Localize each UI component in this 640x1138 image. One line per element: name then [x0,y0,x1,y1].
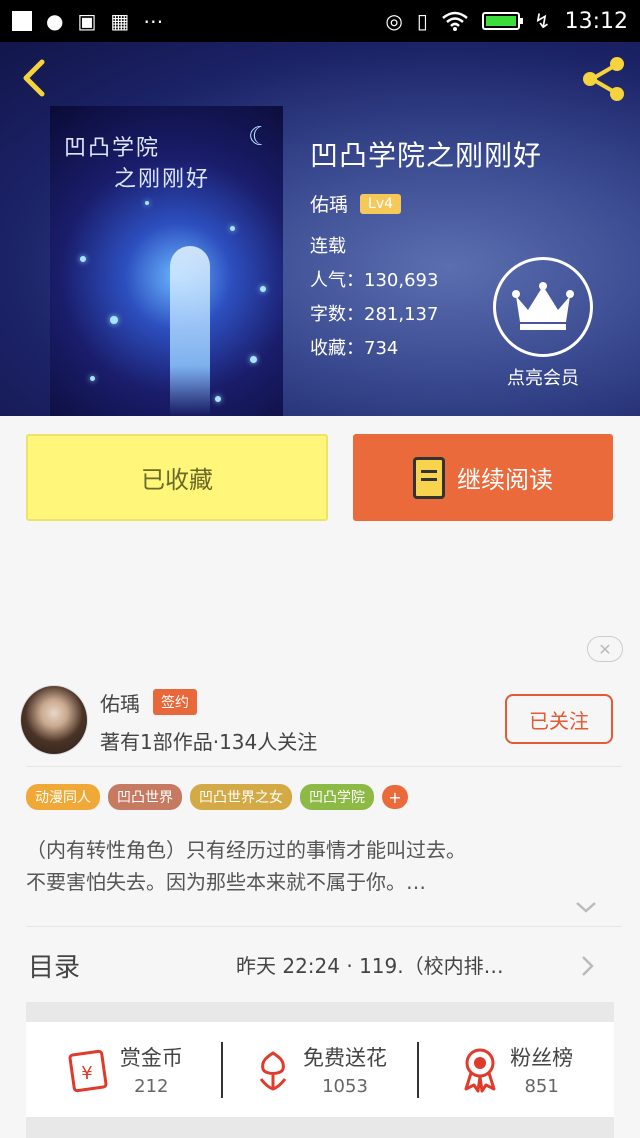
vibrate-icon: ▯ [416,9,428,33]
medal-icon [464,1048,496,1092]
toc-latest-chapter[interactable]: 昨天 22:24 · 119.（校内排… [236,950,504,979]
tag-list: 动漫同人 凹凸世界 凹凸世界之女 凹凸学院 + [26,784,408,810]
calendar-icon: ▦ [110,9,130,33]
vip-button[interactable] [493,257,593,357]
continue-reading-button[interactable]: 继续阅读 [353,434,613,521]
cover-title: 凹凸学院 之刚刚好 [64,136,211,192]
close-ad-icon[interactable]: ✕ [587,636,623,662]
stat-value: 212 [134,1076,169,1097]
tag-item[interactable]: 动漫同人 [26,784,100,810]
author-avatar[interactable] [20,685,88,755]
reward-coins-button[interactable]: ¥ 赏金币 212 [26,1042,221,1097]
stat-label: 赏金币 [119,1046,183,1070]
chevron-down-icon[interactable] [574,898,598,916]
more-icon: ⋯ [143,9,164,33]
stat-value: 851 [524,1076,559,1097]
status-bar: ● ▣ ▦ ⋯ ◎ ▯ ↯ 13:12 [0,0,640,42]
fan-ranking-button[interactable]: 粉丝榜 851 [417,1041,614,1098]
tag-item[interactable]: 凹凸世界之女 [190,784,292,810]
signed-badge: 签约 [153,689,197,715]
book-status: 连载 [310,236,346,257]
send-flower-button[interactable]: 免费送花 1053 [220,1041,418,1098]
crown-icon [512,282,574,330]
stat-label: 粉丝榜 [510,1046,574,1070]
divider [26,766,622,767]
book-description[interactable]: （内有转性角色）只有经历过的事情才能叫过去。 不要害怕失去。因为那些本来就不属于… [26,834,616,898]
globe-icon: ● [46,9,64,33]
svg-text:¥: ¥ [81,1063,92,1084]
square-icon [12,11,32,31]
wifi-icon [442,11,468,31]
collected-button[interactable]: 已收藏 [26,434,328,521]
book-title: 凹凸学院之刚刚好 [310,139,543,172]
vip-label[interactable]: 点亮会员 [478,364,608,390]
flower-icon [259,1050,287,1091]
nfc-icon: ◎ [385,9,403,33]
book-icon [413,456,445,499]
share-icon[interactable] [578,54,630,104]
image-icon: ▣ [77,9,97,33]
author-name[interactable]: 佑瑀 [310,190,348,217]
author-stats: 著有1部作品·134人关注 [100,730,318,754]
bottom-stats: ¥ 赏金币 212 免费送花 1053 粉丝榜 851 [26,1022,614,1117]
stat-value: 1053 [322,1076,368,1097]
author-info-name[interactable]: 佑瑀 [100,688,140,717]
follow-button[interactable]: 已关注 [505,694,613,744]
clock: 13:12 [564,8,628,34]
cover-figure [170,246,210,416]
tag-item[interactable]: 凹凸学院 [300,784,374,810]
section-gap [26,1117,614,1138]
stat-label: 免费送花 [303,1046,387,1070]
favorites-count: 收藏：734 [310,338,399,359]
add-tag-button[interactable]: + [382,785,408,809]
chevron-right-icon[interactable] [578,954,596,978]
back-icon[interactable] [16,58,52,98]
continue-reading-label: 继续阅读 [457,466,553,494]
toc-label[interactable]: 目录 [28,947,80,984]
level-badge: Lv4 [360,193,402,214]
popularity: 人气：130,693 [310,270,439,291]
word-count: 字数：281,137 [310,304,439,325]
book-cover[interactable]: 凹凸学院 之刚刚好 ☾ [50,106,283,416]
coin-icon: ¥ [68,1049,108,1092]
moon-icon: ☾ [248,122,272,152]
section-gap [26,1002,614,1022]
battery-icon [481,12,523,30]
tag-item[interactable]: 凹凸世界 [108,784,182,810]
divider [26,926,622,927]
book-header: 凹凸学院 之刚刚好 ☾ 凹凸学院之刚刚好 佑瑀 Lv4 连载 人气：130,69… [0,42,640,416]
charging-icon: ↯ [533,9,551,33]
